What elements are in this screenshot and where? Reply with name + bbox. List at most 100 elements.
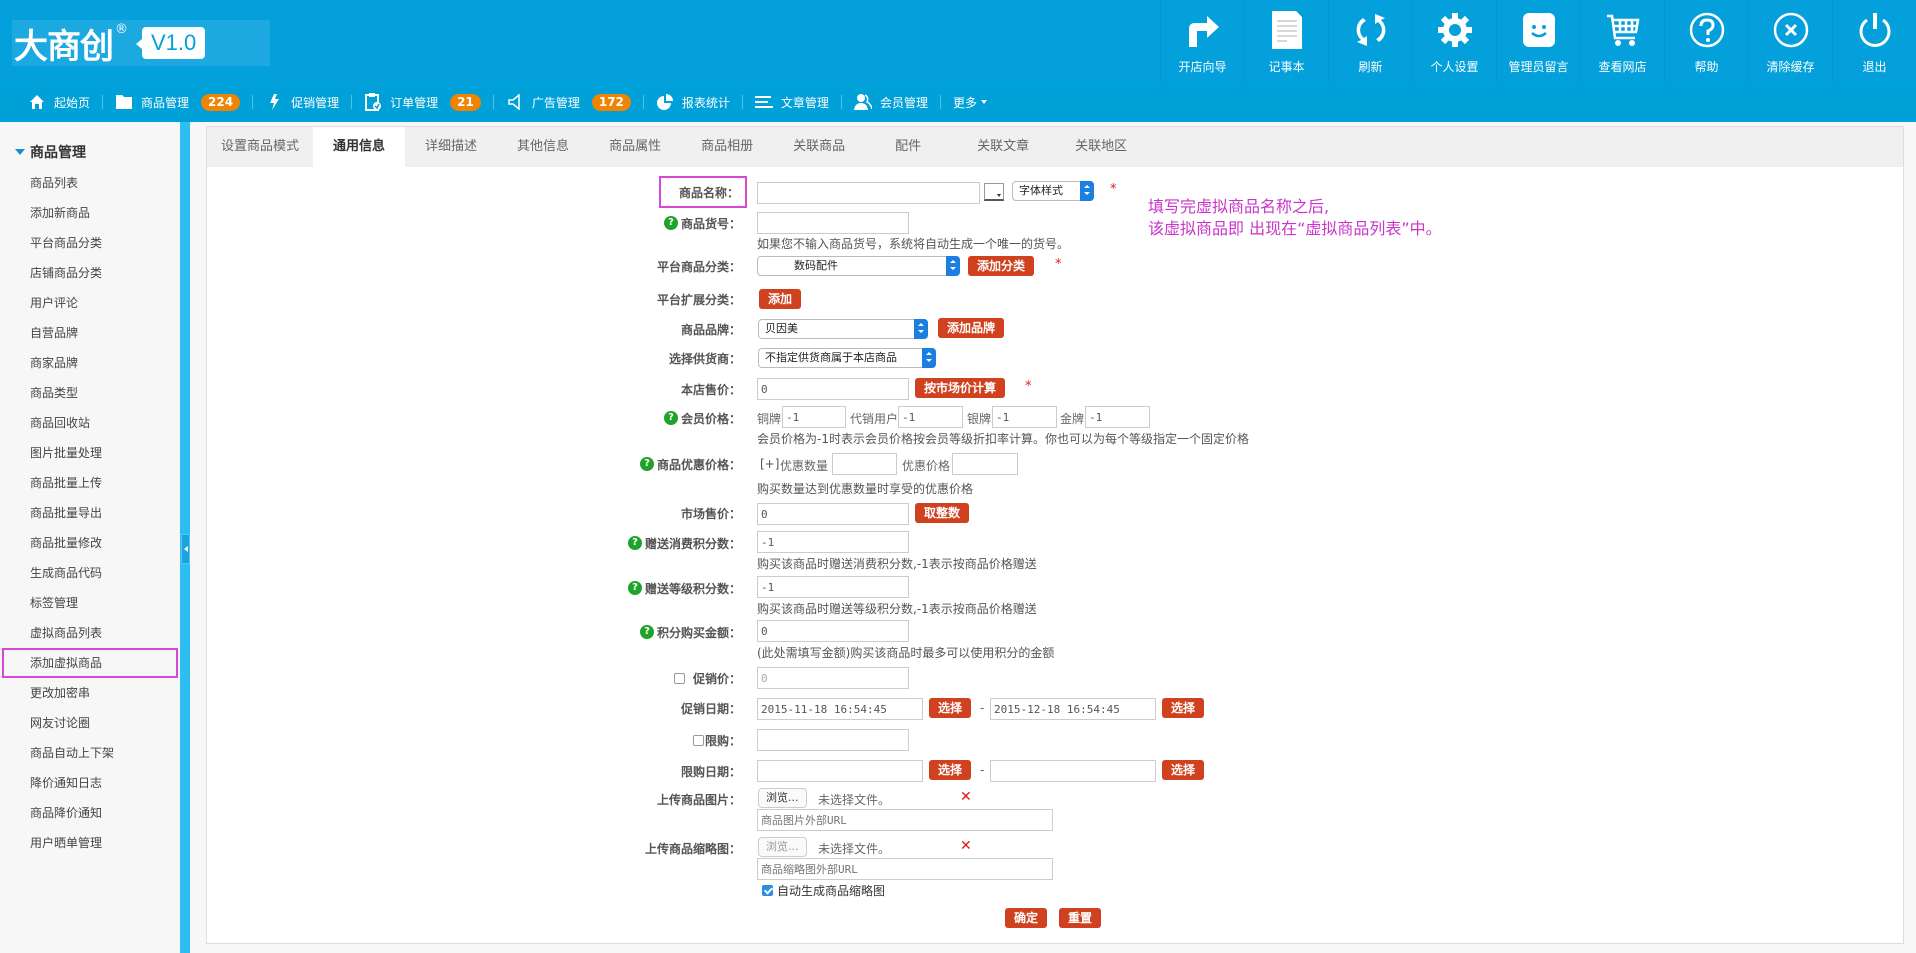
sidebar-item[interactable]: 生成商品代码	[0, 558, 180, 588]
limit-start-date-input[interactable]	[757, 760, 923, 782]
font-style-select[interactable]: 字体样式	[1012, 181, 1094, 201]
tool-admin-message[interactable]: 管理员留言	[1496, 0, 1580, 82]
goods-img-browse-button[interactable]: 浏览...	[758, 788, 807, 808]
tool-personal-settings[interactable]: 个人设置	[1412, 0, 1496, 82]
add-ext-category-button[interactable]: 添加	[759, 289, 802, 309]
round-number-button[interactable]: 取整数	[915, 503, 970, 523]
sidebar-item[interactable]: 添加新商品	[0, 198, 180, 228]
promote-end-select-button[interactable]: 选择	[1162, 698, 1205, 718]
sidebar-item[interactable]: 用户晒单管理	[0, 828, 180, 858]
supplier-select[interactable]: 不指定供货商属于本店商品	[758, 348, 936, 368]
tool-logout[interactable]: 退出	[1832, 0, 1916, 82]
sidebar-item[interactable]: 虚拟商品列表	[0, 618, 180, 648]
sidebar-item[interactable]: 商品批量上传	[0, 468, 180, 498]
nav-item-goods[interactable]: 商品管理 224	[115, 82, 241, 122]
sidebar-item[interactable]: 店铺商品分类	[0, 258, 180, 288]
tab[interactable]: 关联商品	[773, 127, 865, 167]
brand-select[interactable]: 贝因美	[758, 319, 928, 339]
sidebar-item[interactable]: 商品列表	[0, 168, 180, 198]
promote-start-date-input[interactable]	[757, 698, 923, 720]
market-price-input[interactable]	[757, 503, 909, 525]
limit-buy-input[interactable]	[757, 729, 909, 751]
help-icon[interactable]: ?	[639, 625, 654, 639]
platform-category-select[interactable]: 数码配件	[757, 256, 960, 276]
goods-img-url-input[interactable]	[757, 809, 1053, 831]
nav-item-orders[interactable]: 订单管理 21	[364, 82, 481, 122]
promote-price-input[interactable]	[757, 667, 909, 689]
sidebar-item[interactable]: 商品批量修改	[0, 528, 180, 558]
help-icon[interactable]: ?	[663, 411, 678, 425]
nav-item-ads[interactable]: 广告管理 172	[506, 82, 631, 122]
sidebar-item[interactable]: 更改加密串	[0, 678, 180, 708]
volume-qty-input[interactable]	[832, 453, 897, 475]
tool-view-shop[interactable]: 查看网店	[1580, 0, 1664, 82]
add-category-button[interactable]: 添加分类	[968, 256, 1035, 276]
reset-button[interactable]: 重置	[1059, 908, 1102, 928]
tool-help[interactable]: 帮助	[1664, 0, 1748, 82]
nav-item-members[interactable]: 会员管理	[853, 82, 928, 122]
help-icon[interactable]: ?	[639, 457, 654, 471]
sidebar-item[interactable]: 网友讨论圈	[0, 708, 180, 738]
tab[interactable]: 详细描述	[405, 127, 497, 167]
tab[interactable]: 关联地区	[1055, 127, 1147, 167]
help-icon[interactable]: ?	[663, 216, 678, 230]
sidebar-item[interactable]: 图片批量处理	[0, 438, 180, 468]
auto-thumb-option[interactable]: 自动生成商品缩略图	[762, 878, 885, 902]
member-price-input[interactable]	[782, 406, 846, 428]
sidebar-splitter[interactable]	[180, 122, 190, 953]
shop-price-input[interactable]	[757, 378, 909, 400]
calc-by-market-button[interactable]: 按市场价计算	[915, 378, 1006, 398]
tool-refresh[interactable]: 刷新	[1328, 0, 1412, 82]
integral-input[interactable]	[757, 620, 909, 642]
tool-clear-cache[interactable]: 清除缓存	[1748, 0, 1832, 82]
sidebar-item[interactable]: 商品自动上下架	[0, 738, 180, 768]
tab[interactable]: 其他信息	[497, 127, 589, 167]
tab[interactable]: 通用信息	[313, 127, 406, 167]
give-integral-input[interactable]	[757, 531, 909, 553]
goods-name-input[interactable]	[757, 182, 980, 204]
sidebar-group-goods[interactable]: 商品管理	[0, 136, 180, 168]
member-price-input[interactable]	[1085, 406, 1150, 428]
promote-price-checkbox[interactable]	[673, 672, 685, 684]
tab[interactable]: 商品相册	[681, 127, 773, 167]
nav-item-home[interactable]: 起始页	[28, 82, 90, 122]
tab[interactable]: 设置商品模式	[207, 127, 313, 167]
auto-thumb-checkbox[interactable]	[762, 884, 773, 896]
limit-end-date-input[interactable]	[990, 760, 1156, 782]
limit-start-select-button[interactable]: 选择	[929, 760, 972, 780]
collapse-sidebar-toggle[interactable]	[181, 534, 190, 564]
nav-item-reports[interactable]: 报表统计	[656, 82, 730, 122]
member-price-input[interactable]	[992, 406, 1057, 428]
add-volume-price-link[interactable]: [+]	[760, 457, 779, 471]
limit-end-select-button[interactable]: 选择	[1162, 760, 1205, 780]
goods-thumb-browse-button[interactable]: 浏览...	[758, 837, 807, 857]
goods-thumb-url-input[interactable]	[757, 858, 1053, 880]
help-icon[interactable]: ?	[627, 536, 642, 550]
goods-sku-input[interactable]	[757, 212, 909, 234]
sidebar-item[interactable]: 商品回收站	[0, 408, 180, 438]
font-color-picker[interactable]	[984, 183, 1004, 201]
delete-goods-thumb-icon[interactable]: ✕	[960, 838, 972, 854]
member-price-input[interactable]	[898, 406, 963, 428]
sidebar-item[interactable]: 降价通知日志	[0, 768, 180, 798]
rank-integral-input[interactable]	[757, 576, 909, 598]
sidebar-item[interactable]: 标签管理	[0, 588, 180, 618]
nav-item-promotion[interactable]: 促销管理	[265, 82, 339, 122]
tool-shop-wizard[interactable]: 开店向导	[1160, 0, 1244, 82]
sidebar-item[interactable]: 商品降价通知	[0, 798, 180, 828]
nav-item-articles[interactable]: 文章管理	[754, 82, 829, 122]
sidebar-item[interactable]: 添加虚拟商品	[2, 648, 178, 678]
delete-goods-img-icon[interactable]: ✕	[960, 789, 972, 805]
limit-buy-checkbox[interactable]	[692, 734, 704, 746]
sidebar-item[interactable]: 平台商品分类	[0, 228, 180, 258]
help-icon[interactable]: ?	[627, 581, 642, 595]
tab[interactable]: 关联文章	[951, 127, 1055, 167]
tool-notepad[interactable]: 记事本	[1244, 0, 1328, 82]
sidebar-item[interactable]: 用户评论	[0, 288, 180, 318]
sidebar-item[interactable]: 商品类型	[0, 378, 180, 408]
sidebar-item[interactable]: 自营品牌	[0, 318, 180, 348]
sidebar-item[interactable]: 商品批量导出	[0, 498, 180, 528]
sidebar-item[interactable]: 商家品牌	[0, 348, 180, 378]
tab[interactable]: 商品属性	[589, 127, 681, 167]
promote-end-date-input[interactable]	[990, 698, 1156, 720]
